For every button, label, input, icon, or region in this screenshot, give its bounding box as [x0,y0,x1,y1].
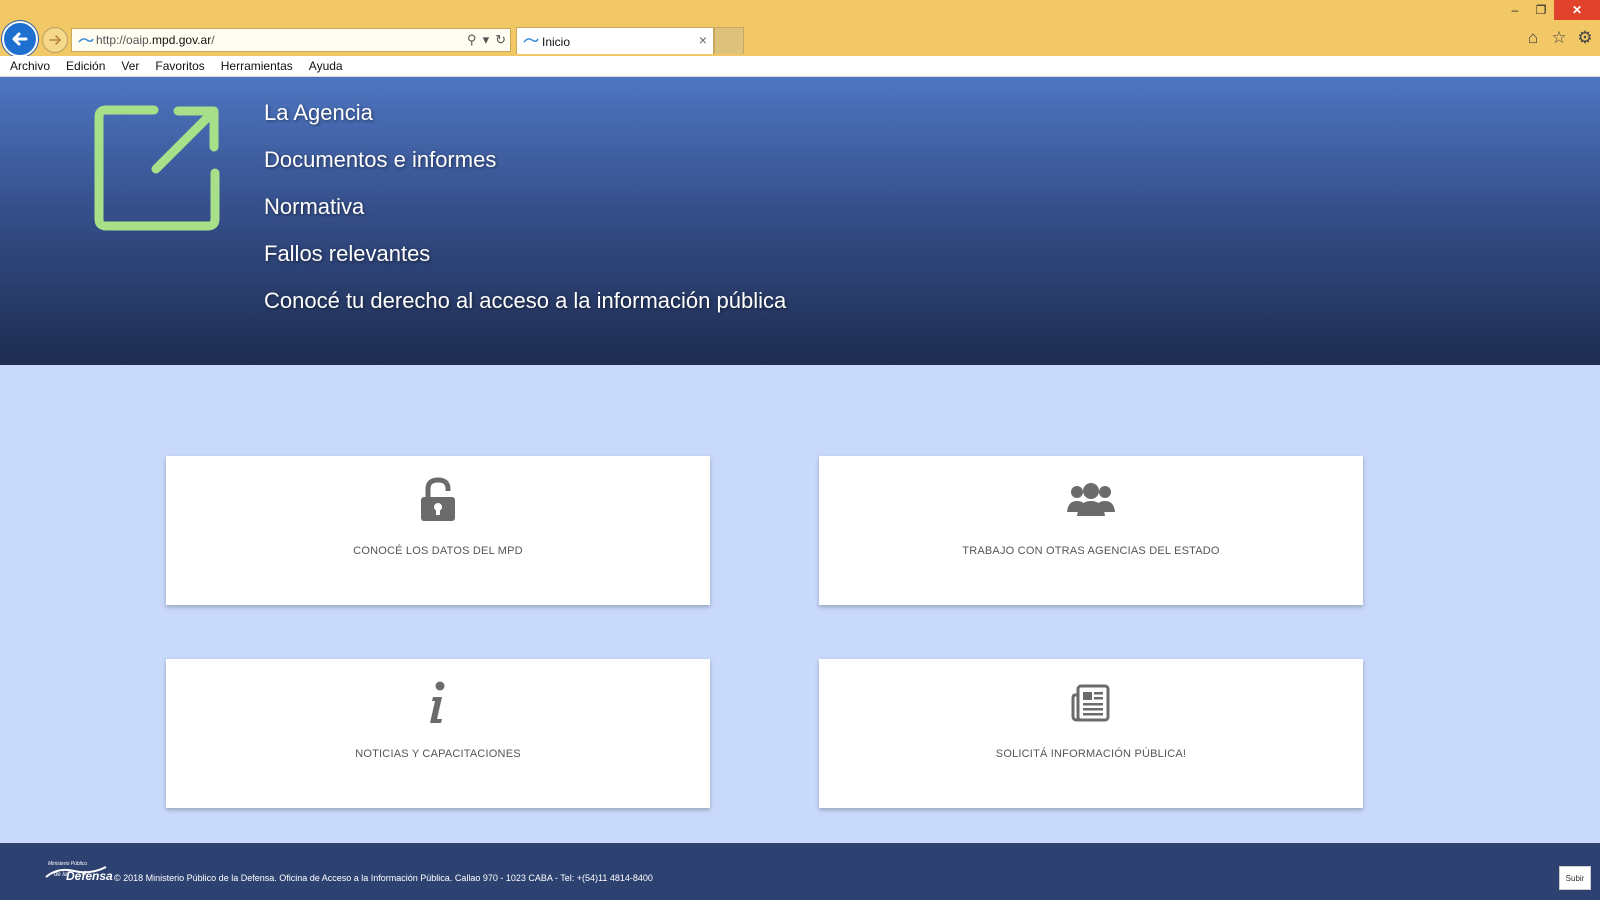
forward-arrow-icon [49,35,62,45]
close-window-button[interactable]: ✕ [1554,0,1600,20]
site-favicon-icon [78,38,94,43]
nav-link-agencia[interactable]: La Agencia [264,100,373,125]
forward-button[interactable] [42,27,68,53]
card-datos-mpd[interactable]: CONOCÉ LOS DATOS DEL MPD [166,456,710,605]
external-link-icon [94,105,220,231]
card-label: SOLICITÁ INFORMACIÓN PÚBLICA! [995,748,1187,760]
newspaper-icon [1071,684,1110,722]
browser-chrome: http://oaip.mpd.gov.ar/ ⚲ ▾ ↻ Inicio × –… [0,0,1600,57]
scroll-up-button[interactable]: Subir [1559,866,1591,890]
footer: Ministerio Público de la Defensa © 2018 … [0,843,1600,900]
tab-title: Inicio [542,35,571,49]
refresh-icon[interactable]: ↻ [495,31,506,49]
nav-link-documentos[interactable]: Documentos e informes [264,147,496,172]
dropdown-arrow-icon[interactable]: ▾ [483,31,490,49]
tab-favicon-icon [523,38,539,43]
address-url[interactable]: http://oaip.mpd.gov.ar/ [96,33,215,47]
menu-favoritos[interactable]: Favoritos [155,56,204,76]
back-arrow-icon [12,32,28,46]
star-icon[interactable]: ☆ [1550,29,1568,47]
back-button[interactable] [2,21,38,57]
window-controls: – ❐ ✕ [1502,0,1600,20]
nav-link-normativa[interactable]: Normativa [264,194,364,219]
users-icon [1067,483,1115,516]
card-otras-agencias[interactable]: TRABAJO CON OTRAS AGENCIAS DEL ESTADO [819,456,1363,605]
menu-herramientas[interactable]: Herramientas [221,56,293,76]
nav-link-fallos[interactable]: Fallos relevantes [264,241,430,266]
hero-banner: La Agencia Documentos e informes Normati… [0,77,1600,365]
menu-ayuda[interactable]: Ayuda [309,56,343,76]
gear-icon[interactable]: ⚙ [1576,29,1594,47]
tab-inicio[interactable]: Inicio × [516,27,714,54]
menu-edicion[interactable]: Edición [66,56,105,76]
tab-close-icon[interactable]: × [699,32,707,48]
menu-bar: Archivo Edición Ver Favoritos Herramient… [0,56,1600,77]
card-noticias[interactable]: NOTICIAS Y CAPACITACIONES [166,659,710,808]
card-label: CONOCÉ LOS DATOS DEL MPD [353,545,523,557]
mpd-logo: Ministerio Público de la Defensa [44,861,113,887]
info-icon [430,681,445,723]
minimize-button[interactable]: – [1502,0,1528,20]
search-icon[interactable]: ⚲ [467,31,477,49]
restore-button[interactable]: ❐ [1528,0,1554,20]
new-tab-button[interactable] [714,27,744,54]
footer-copyright: © 2018 Ministerio Público de la Defensa.… [114,873,653,883]
card-label: NOTICIAS Y CAPACITACIONES [355,748,521,760]
menu-archivo[interactable]: Archivo [10,56,50,76]
menu-ver[interactable]: Ver [121,56,139,76]
nav-link-derecho[interactable]: Conocé tu derecho al acceso a la informa… [264,288,786,313]
unlock-icon [421,477,455,521]
card-label: TRABAJO CON OTRAS AGENCIAS DEL ESTADO [962,545,1220,557]
hero-nav: La Agencia Documentos e informes Normati… [264,97,786,332]
card-solicita-informacion[interactable]: SOLICITÁ INFORMACIÓN PÚBLICA! [819,659,1363,808]
address-bar[interactable]: http://oaip.mpd.gov.ar/ ⚲ ▾ ↻ [71,28,511,52]
home-icon[interactable]: ⌂ [1524,29,1542,47]
